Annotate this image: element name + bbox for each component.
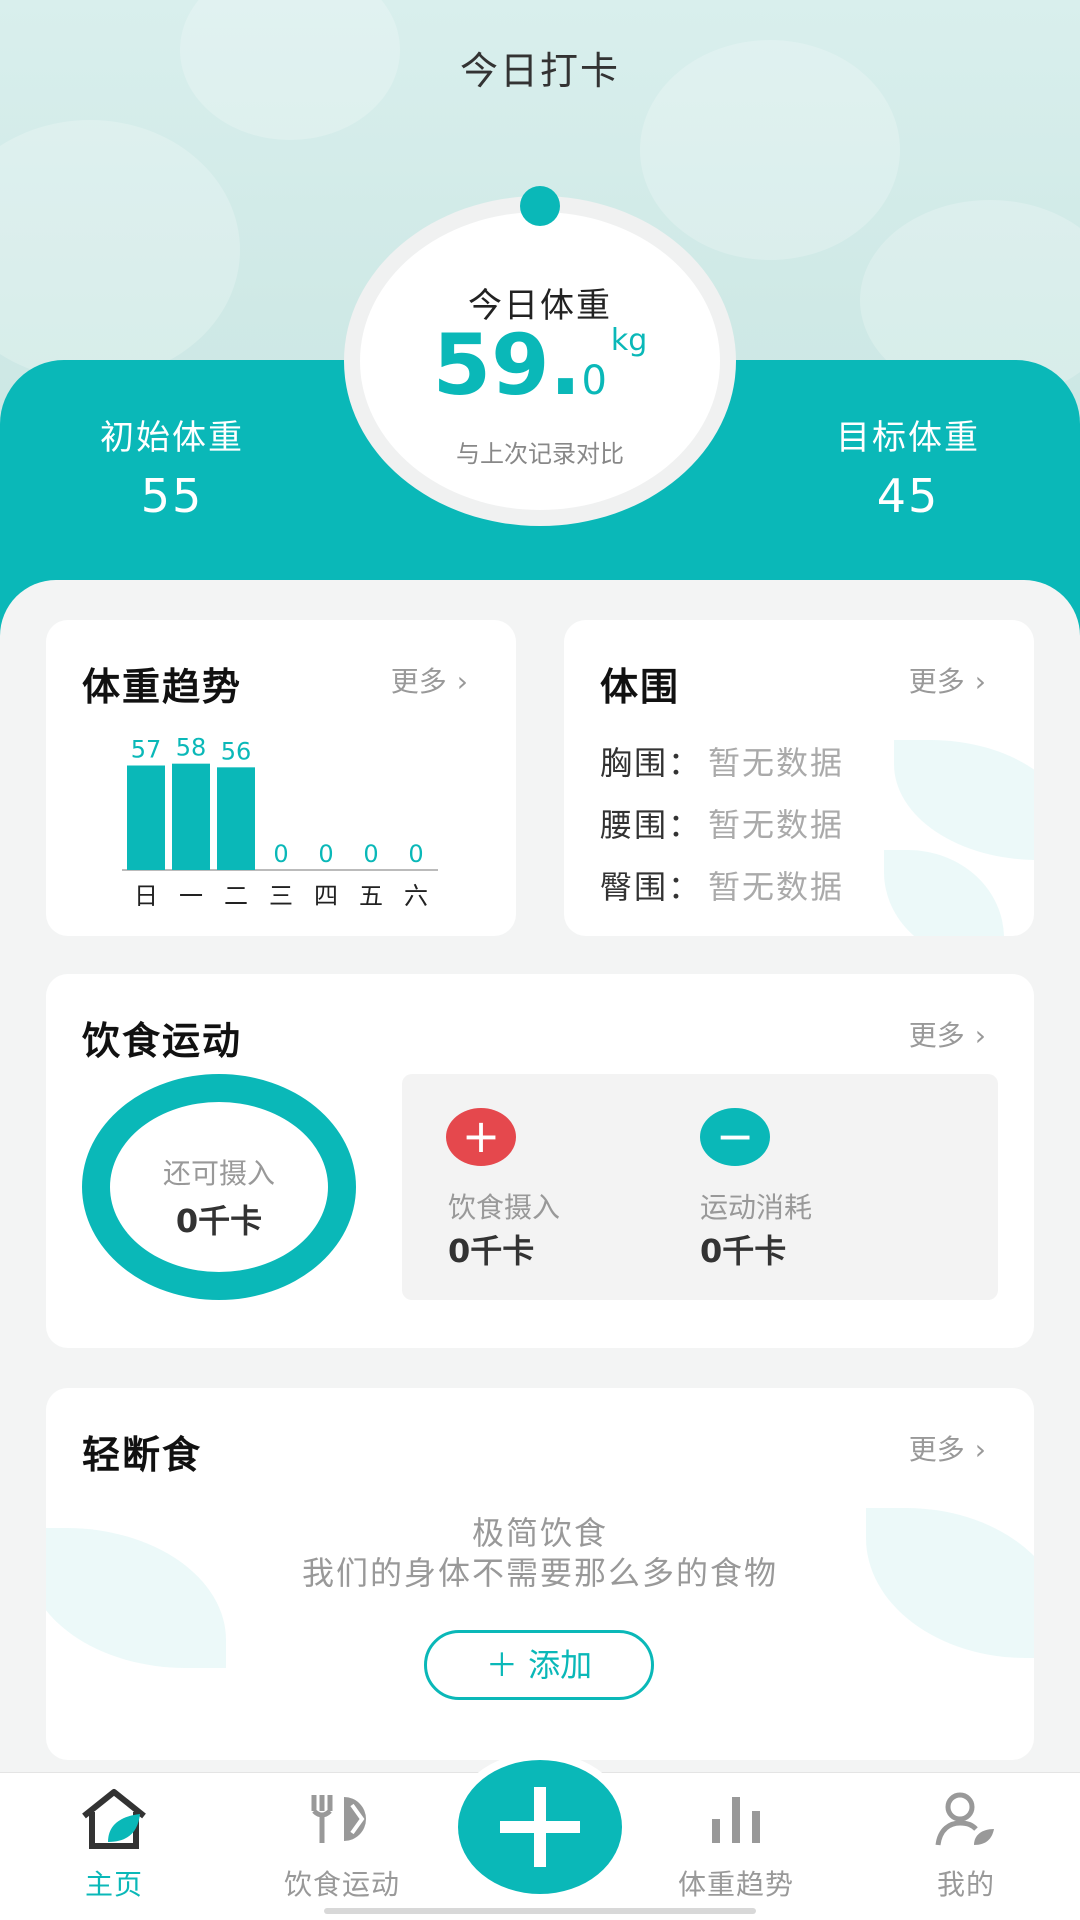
indicator-dot-icon bbox=[520, 186, 560, 226]
remaining-label: 还可摄入 bbox=[162, 1157, 275, 1190]
add-label: 添加 bbox=[528, 1646, 593, 1684]
more-label: 更多 bbox=[908, 1433, 965, 1466]
initial-weight: 初始体重 55 bbox=[22, 410, 322, 523]
weight-trend-chart: 57日58一56二0三0四0五0六 bbox=[122, 734, 438, 910]
girth-label: 腰围： bbox=[600, 806, 703, 844]
add-record-button[interactable] bbox=[458, 1760, 622, 1894]
tab-weight-trend[interactable]: 体重趋势 bbox=[646, 1787, 826, 1903]
girth-value: 暂无数据 bbox=[708, 806, 845, 844]
initial-weight-label: 初始体重 bbox=[100, 418, 244, 458]
burn-value: 0千卡 bbox=[700, 1232, 787, 1270]
girth-card[interactable]: 体围 更多 › 胸围： 暂无数据 腰围： 暂无数据 臀围： 暂无数据 bbox=[564, 620, 1034, 936]
chart-data-label: 0 bbox=[363, 840, 378, 868]
girth-row-hip: 臀围： 暂无数据 bbox=[600, 862, 844, 908]
remaining-value: 0千卡 bbox=[175, 1202, 263, 1240]
more-label: 更多 bbox=[908, 665, 965, 698]
leaf-decoration bbox=[884, 850, 1004, 936]
intake-label: 饮食摄入 bbox=[448, 1191, 561, 1224]
chevron-right-icon: › bbox=[974, 665, 986, 698]
tab-diet-exercise[interactable]: 饮食运动 bbox=[252, 1787, 432, 1903]
chart-data-label: 58 bbox=[176, 734, 207, 762]
today-weight-value: 59.0kg bbox=[360, 316, 720, 414]
home-indicator bbox=[324, 1908, 756, 1914]
girth-row-chest: 胸围： 暂无数据 bbox=[600, 738, 844, 784]
target-weight[interactable]: 目标体重 45 bbox=[758, 410, 1058, 523]
today-weight-int: 59. bbox=[432, 316, 582, 414]
more-label: 更多 bbox=[390, 665, 447, 698]
chart-bar bbox=[217, 767, 255, 870]
girth-more[interactable]: 更多 › bbox=[909, 660, 986, 700]
girth-label: 臀围： bbox=[600, 868, 703, 906]
fasting-line-2: 我们的身体不需要那么多的食物 bbox=[301, 1554, 778, 1592]
chevron-right-icon: › bbox=[974, 1433, 986, 1466]
chart-data-label: 0 bbox=[408, 840, 423, 868]
tab-profile[interactable]: 我的 bbox=[876, 1787, 1056, 1903]
chart-tick-label: 五 bbox=[359, 882, 383, 910]
add-intake-icon[interactable]: + bbox=[446, 1108, 516, 1166]
today-weight-decimal: 0 bbox=[581, 358, 607, 404]
target-weight-label: 目标体重 bbox=[836, 418, 980, 458]
chevron-right-icon: › bbox=[456, 665, 468, 698]
weight-trend-more[interactable]: 更多 › bbox=[391, 660, 468, 700]
chart-data-label: 56 bbox=[221, 737, 252, 765]
tab-label: 体重趋势 bbox=[677, 1868, 794, 1901]
chart-tick-label: 一 bbox=[179, 882, 203, 910]
chevron-right-icon: › bbox=[974, 1019, 986, 1052]
bar-chart-icon bbox=[646, 1787, 826, 1851]
add-fasting-button[interactable]: ＋ 添加 bbox=[424, 1630, 654, 1700]
home-icon bbox=[24, 1787, 204, 1851]
plus-icon bbox=[500, 1787, 580, 1867]
weight-trend-title: 体重趋势 bbox=[82, 665, 243, 709]
girth-title: 体围 bbox=[600, 665, 681, 709]
burn-label: 运动消耗 bbox=[700, 1191, 813, 1224]
leaf-decoration bbox=[894, 740, 1034, 860]
tab-label: 饮食运动 bbox=[283, 1868, 400, 1901]
fasting-more[interactable]: 更多 › bbox=[909, 1428, 986, 1468]
add-exercise-icon[interactable]: − bbox=[700, 1108, 770, 1166]
girth-label: 胸围： bbox=[600, 744, 703, 782]
initial-weight-value: 55 bbox=[140, 469, 204, 523]
compare-label: 与上次记录对比 bbox=[456, 440, 624, 468]
tab-label: 主页 bbox=[84, 1868, 143, 1901]
utensils-icon bbox=[252, 1787, 432, 1851]
chart-bar bbox=[172, 763, 210, 870]
chart-bar bbox=[127, 765, 165, 870]
fasting-card[interactable]: 轻断食 更多 › 极简饮食 我们的身体不需要那么多的食物 bbox=[46, 1388, 1034, 1760]
weight-unit: kg bbox=[610, 323, 648, 358]
fasting-title: 轻断食 bbox=[82, 1433, 203, 1477]
chart-tick-label: 三 bbox=[269, 882, 293, 910]
chart-data-label: 57 bbox=[131, 736, 162, 764]
more-label: 更多 bbox=[908, 1019, 965, 1052]
chart-tick-label: 日 bbox=[134, 882, 158, 910]
diet-summary-box: + 饮食摄入 0千卡 − 运动消耗 0千卡 bbox=[402, 1074, 998, 1300]
tab-home[interactable]: 主页 bbox=[24, 1787, 204, 1903]
chart-tick-label: 二 bbox=[224, 882, 248, 910]
diet-exercise-title: 饮食运动 bbox=[82, 1019, 243, 1063]
chart-data-label: 0 bbox=[318, 840, 333, 868]
plus-icon: ＋ bbox=[485, 1646, 518, 1684]
chart-tick-label: 六 bbox=[404, 882, 428, 910]
page-title: 今日打卡 bbox=[459, 49, 620, 93]
girth-value: 暂无数据 bbox=[708, 744, 845, 782]
target-weight-value: 45 bbox=[876, 469, 940, 523]
user-icon bbox=[876, 1787, 1056, 1851]
intake-value: 0千卡 bbox=[448, 1232, 535, 1270]
today-weight-circle[interactable]: 今日体重 59.0kg 与上次记录对比 bbox=[344, 196, 736, 526]
chart-tick-label: 四 bbox=[314, 882, 338, 910]
tab-label: 我的 bbox=[936, 1868, 995, 1901]
remaining-calories-ring: 还可摄入 0千卡 bbox=[82, 1074, 356, 1300]
diet-exercise-more[interactable]: 更多 › bbox=[909, 1014, 986, 1054]
girth-row-waist: 腰围： 暂无数据 bbox=[600, 800, 844, 846]
chart-data-label: 0 bbox=[273, 840, 288, 868]
girth-value: 暂无数据 bbox=[708, 868, 845, 906]
